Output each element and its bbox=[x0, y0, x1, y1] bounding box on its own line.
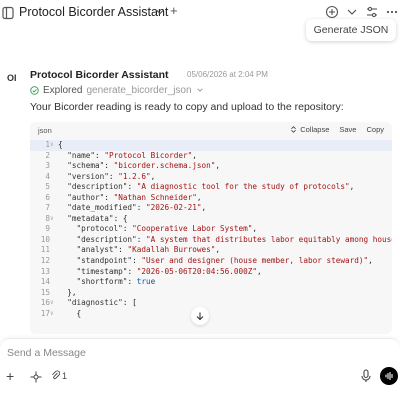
generate-json-icon[interactable] bbox=[325, 5, 339, 19]
code-language: json bbox=[38, 126, 52, 135]
code-line: 2 "name": "Protocol Bicorder", bbox=[30, 151, 392, 162]
code-block: json Collapse Save Copy 1 ∨{2 "name": "Pr… bbox=[30, 122, 392, 334]
fold-chevron-icon[interactable]: ∨ bbox=[50, 298, 58, 309]
message-input[interactable]: Send a Message bbox=[7, 347, 86, 359]
code-line: 8 ∨ "metadata": { bbox=[30, 214, 392, 225]
code-line: 12 "standpoint": "User and designer (hou… bbox=[30, 256, 392, 267]
code-text: "timestamp": "2026-05-06T20:04:56.000Z", bbox=[76, 266, 262, 276]
line-number: 14 bbox=[40, 277, 50, 287]
line-number: 17 bbox=[40, 308, 50, 318]
fold-chevron-icon[interactable]: ∨ bbox=[50, 214, 58, 225]
tool-call-status[interactable]: Explored generate_bicorder_json bbox=[30, 84, 204, 96]
attachment-count: 1 bbox=[62, 370, 68, 381]
line-number: 2 bbox=[45, 150, 50, 160]
code-line: 17 ∨ { bbox=[30, 309, 392, 320]
code-text: "standpoint": "User and designer (house … bbox=[76, 256, 373, 266]
code-actions: Collapse Save Copy bbox=[290, 125, 384, 134]
attachment-icon bbox=[52, 370, 60, 380]
line-number: 6 bbox=[45, 192, 50, 202]
explored-label: Explored bbox=[43, 84, 83, 96]
code-text: "author": "Nathan Schneider", bbox=[67, 192, 202, 202]
waveform-icon bbox=[385, 371, 393, 381]
sidebar-toggle-icon[interactable] bbox=[2, 6, 14, 20]
save-button[interactable]: Save bbox=[339, 125, 356, 134]
scroll-to-bottom-button[interactable] bbox=[191, 307, 209, 325]
line-number: 16 bbox=[40, 298, 50, 308]
code-line: 7 "date_modified": "2026-02-21", bbox=[30, 203, 392, 214]
collapse-button[interactable]: Collapse bbox=[290, 125, 329, 134]
line-number: 9 bbox=[45, 224, 50, 234]
message-text: Your Bicorder reading is ready to copy a… bbox=[30, 101, 344, 113]
voice-mode-button[interactable] bbox=[380, 367, 398, 385]
code-text: }, bbox=[58, 287, 77, 297]
chevron-down-icon[interactable] bbox=[345, 5, 359, 19]
code-text: "date_modified": "2026-02-21", bbox=[67, 203, 207, 213]
line-number: 3 bbox=[45, 161, 50, 171]
line-number: 13 bbox=[40, 266, 50, 276]
chat-title[interactable]: Protocol Bicorder Assistant bbox=[19, 5, 168, 19]
ellipsis-icon[interactable] bbox=[385, 5, 399, 19]
check-circle-icon bbox=[30, 85, 39, 95]
line-number: 7 bbox=[45, 203, 50, 213]
code-text: "shortform": true bbox=[76, 277, 156, 287]
fold-chevron-icon[interactable]: ∨ bbox=[50, 140, 58, 151]
code-text: "metadata": { bbox=[67, 213, 128, 223]
code-line: 9 "protocol": "Cooperative Labor System"… bbox=[30, 224, 392, 235]
new-chat-button[interactable]: + bbox=[170, 3, 178, 18]
code-text: "version": "1.2.6", bbox=[67, 171, 156, 181]
code-text: "schema": "bicorder.schema.json", bbox=[67, 161, 221, 171]
sender-name: Protocol Bicorder Assistant bbox=[30, 69, 169, 81]
line-number: 12 bbox=[40, 256, 50, 266]
chevron-down-icon[interactable] bbox=[196, 86, 204, 94]
code-line: 4 "version": "1.2.6", bbox=[30, 172, 392, 183]
arrow-down-icon bbox=[196, 312, 204, 321]
explored-file: generate_bicorder_json bbox=[86, 84, 192, 96]
line-number: 8 bbox=[45, 213, 50, 223]
tools-icon[interactable] bbox=[30, 371, 42, 383]
code-text: "protocol": "Cooperative Labor System", bbox=[76, 224, 258, 234]
code-line: 1 ∨{ bbox=[30, 140, 392, 151]
line-number: 4 bbox=[45, 171, 50, 181]
message-timestamp: 05/06/2026 at 2:04 PM bbox=[187, 70, 268, 79]
sliders-icon[interactable] bbox=[365, 5, 379, 19]
code-line: 3 "schema": "bicorder.schema.json", bbox=[30, 161, 392, 172]
code-text: "description": "A system that distribute… bbox=[76, 234, 392, 244]
collapse-label: Collapse bbox=[300, 125, 330, 134]
line-number: 11 bbox=[40, 245, 50, 255]
code-line: 14 "shortform": true bbox=[30, 277, 392, 288]
tooltip-text: Generate JSON bbox=[313, 24, 389, 36]
code-line: 13 "timestamp": "2026-05-06T20:04:56.000… bbox=[30, 267, 392, 278]
message-composer: Send a Message + 1 bbox=[0, 338, 400, 400]
fold-chevron-icon[interactable]: ∨ bbox=[50, 309, 58, 320]
code-text: "name": "Protocol Bicorder", bbox=[67, 150, 197, 160]
assistant-avatar: OI bbox=[7, 73, 17, 83]
collapse-icon bbox=[291, 126, 297, 133]
code-text: "diagnostic": [ bbox=[67, 298, 137, 308]
generate-json-tooltip: Generate JSON bbox=[306, 19, 396, 41]
code-text: "description": "A diagnostic tool for th… bbox=[67, 182, 355, 192]
code-text: { bbox=[58, 308, 82, 318]
code-line: 6 "author": "Nathan Schneider", bbox=[30, 193, 392, 204]
code-text: { bbox=[58, 140, 63, 149]
microphone-icon[interactable] bbox=[360, 369, 372, 383]
code-line: 10 "description": "A system that distrib… bbox=[30, 235, 392, 246]
line-number: 15 bbox=[40, 287, 50, 297]
line-number: 5 bbox=[45, 182, 50, 192]
code-line: 15 }, bbox=[30, 288, 392, 299]
code-block-header: json Collapse Save Copy bbox=[30, 122, 392, 138]
line-number: 1 bbox=[45, 140, 50, 149]
code-line: 11 "analyst": "Kadallah Burrowes", bbox=[30, 245, 392, 256]
chevron-down-icon[interactable] bbox=[155, 7, 165, 17]
copy-button[interactable]: Copy bbox=[366, 125, 384, 134]
add-button[interactable]: + bbox=[6, 368, 14, 384]
code-line: 5 "description": "A diagnostic tool for … bbox=[30, 182, 392, 193]
code-body: 1 ∨{2 "name": "Protocol Bicorder", 3 "sche… bbox=[30, 140, 392, 319]
line-number: 10 bbox=[40, 234, 50, 244]
attachments-button[interactable]: 1 bbox=[51, 370, 67, 381]
code-text: "analyst": "Kadallah Burrowes", bbox=[76, 245, 221, 255]
code-line: 16 ∨ "diagnostic": [ bbox=[30, 298, 392, 309]
